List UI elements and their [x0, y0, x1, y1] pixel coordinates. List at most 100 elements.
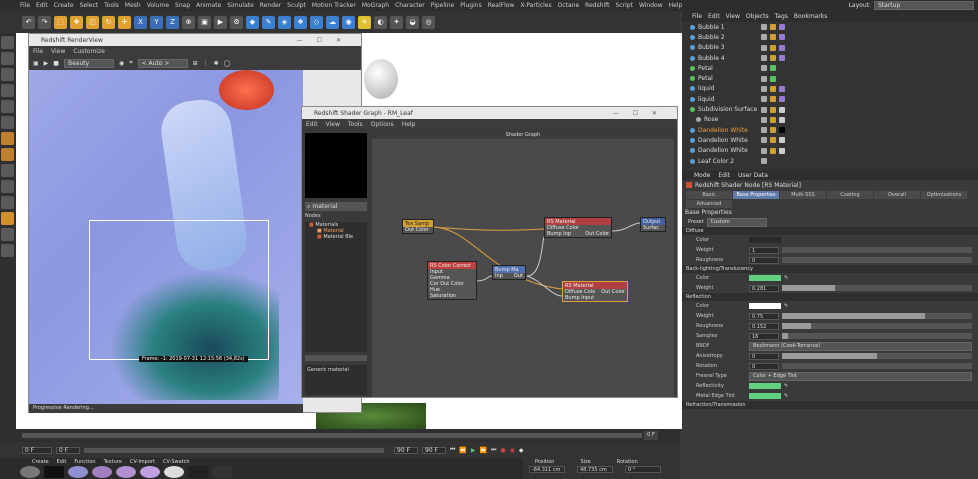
node-output[interactable]: Out Color — [601, 289, 625, 295]
menu-simulate[interactable]: Simulate — [227, 2, 254, 9]
camera-icon[interactable]: ◉ — [342, 15, 355, 29]
menu-redshift[interactable]: Redshift — [585, 2, 609, 9]
aov-dropdown[interactable]: Beauty — [63, 58, 114, 68]
rotation-h-field[interactable]: 0 ° — [625, 466, 661, 473]
material-swatch[interactable] — [44, 466, 64, 478]
check-icon[interactable] — [770, 75, 776, 82]
node-color-correct[interactable]: RS Color Correct Input Gamma Cor Out Col… — [427, 261, 477, 300]
tag-icon[interactable] — [770, 116, 776, 123]
object-row[interactable]: Bubble 4 — [682, 53, 978, 63]
node-port[interactable]: Inp — [495, 273, 503, 279]
material-swatch[interactable] — [20, 466, 40, 478]
eyedropper-icon[interactable]: ✎ — [784, 393, 788, 399]
sg-menu-tools[interactable]: Tools — [348, 121, 363, 128]
visibility-icon[interactable] — [761, 44, 767, 51]
visibility-icon[interactable] — [761, 158, 767, 164]
tag-icon[interactable] — [770, 34, 776, 41]
tab-base-properties[interactable]: Base Properties — [733, 191, 779, 199]
obj-menu-edit[interactable]: Edit — [708, 13, 720, 20]
sculpt-icon[interactable] — [1, 180, 14, 193]
visibility-icon[interactable] — [761, 65, 767, 72]
refraction-section[interactable]: Refraction/Transmission — [682, 401, 978, 409]
circle-icon[interactable]: ◯ — [224, 60, 231, 67]
object-row[interactable]: Bubble 2 — [682, 32, 978, 42]
refl-weight-slider[interactable] — [782, 313, 972, 319]
shader-graph-canvas[interactable]: Shader Graph Tex Samp Out Color RS Mater… — [372, 131, 674, 397]
model-mode-icon[interactable] — [1, 36, 14, 49]
reflection-section[interactable]: Reflection — [682, 293, 978, 301]
tag-icon[interactable] — [770, 147, 776, 154]
move-icon[interactable]: ✥ — [70, 15, 83, 29]
mat-menu-cv-swatch[interactable]: CV-Swatch — [163, 459, 190, 465]
checker-tag-icon[interactable] — [779, 147, 785, 154]
sketch-icon[interactable] — [1, 196, 14, 209]
material-tag-icon[interactable] — [779, 55, 785, 62]
node-output[interactable]: Out — [514, 273, 523, 279]
object-row[interactable]: Dandelion White — [682, 135, 978, 145]
samples-slider[interactable] — [782, 333, 972, 339]
tag-icon[interactable] — [770, 24, 776, 31]
checker-tag-icon[interactable] — [779, 137, 785, 144]
eye-icon[interactable]: ◉ — [119, 60, 124, 67]
node-output[interactable]: Output Surfac — [640, 217, 666, 232]
subdivision-icon[interactable]: ◈ — [278, 15, 291, 29]
visibility-icon[interactable] — [761, 147, 767, 154]
rv-menu-view[interactable]: View — [51, 48, 65, 55]
object-row[interactable]: Dandelion White — [682, 146, 978, 156]
visibility-icon[interactable] — [761, 106, 767, 113]
menu-mograph[interactable]: MoGraph — [362, 2, 389, 9]
snap-icon[interactable] — [1, 132, 14, 145]
size-x-field[interactable]: 48.735 cm — [577, 466, 613, 473]
mat-menu-edit[interactable]: Edit — [57, 459, 67, 465]
cube-icon[interactable]: ◆ — [246, 15, 259, 29]
obj-menu-objects[interactable]: Objects — [746, 13, 769, 20]
render-image[interactable]: Frame: -1: 2019-07-31 12:15:56 (34,82s) — [29, 70, 303, 404]
node-search[interactable]: ⌕ material — [305, 202, 367, 211]
tree-scrollbar[interactable] — [305, 355, 367, 361]
rs-dome-icon[interactable]: ◒ — [406, 15, 419, 29]
redo-icon[interactable]: ↷ — [38, 15, 51, 29]
end-frame-field-2[interactable]: 90 F — [422, 446, 446, 454]
object-row[interactable]: Bubble 3 — [682, 43, 978, 53]
object-row[interactable]: liquid — [682, 94, 978, 104]
current-frame[interactable]: 0 F — [644, 431, 658, 440]
menu-mesh[interactable]: Mesh — [125, 2, 141, 9]
tab-multi-sss[interactable]: Multi-SSS — [780, 191, 826, 199]
sg-menu-edit[interactable]: Edit — [306, 121, 318, 128]
visibility-icon[interactable] — [761, 24, 767, 31]
rotate-icon[interactable]: ↻ — [102, 15, 115, 29]
diffuse-section[interactable]: Diffuse — [682, 227, 978, 235]
menu-file[interactable]: File — [20, 2, 30, 9]
end-frame-field[interactable]: 90 F — [394, 446, 418, 454]
fresnel-dropdown[interactable]: Color + Edge Tint — [749, 371, 972, 381]
material-tag-icon[interactable] — [779, 24, 785, 31]
render-region-box[interactable] — [89, 220, 269, 360]
visibility-icon[interactable] — [761, 96, 767, 103]
crop-icon[interactable]: ⌗ — [129, 59, 132, 67]
material-swatch[interactable] — [164, 466, 184, 478]
points-mode-icon[interactable] — [1, 84, 14, 97]
menu-create[interactable]: Create — [54, 2, 74, 9]
next-key-icon[interactable]: ⏩ — [480, 447, 487, 454]
tab-optimizations[interactable]: Optimizations — [921, 191, 967, 199]
sg-window-controls[interactable]: —☐✕ — [613, 110, 671, 117]
tag-icon[interactable] — [770, 55, 776, 62]
menu-script[interactable]: Script — [616, 2, 633, 9]
render-settings-icon[interactable]: ⚙ — [230, 15, 243, 29]
transform-icon[interactable]: ✛ — [118, 15, 131, 29]
tab-overall[interactable]: Overall — [874, 191, 920, 199]
texture-mode-icon[interactable] — [1, 52, 14, 65]
window-controls[interactable]: —☐✕ — [297, 37, 355, 44]
play-render-icon[interactable]: ▶ — [44, 60, 49, 67]
render-view-icon[interactable]: ▣ — [198, 15, 211, 29]
node-port[interactable]: Surfac — [641, 225, 665, 231]
render-picture-icon[interactable]: ▶ — [214, 15, 227, 29]
layers-icon[interactable] — [1, 244, 14, 257]
y-axis-button[interactable]: Y — [150, 15, 163, 29]
material-swatch[interactable] — [92, 466, 112, 478]
node-port[interactable]: Bump Inp — [547, 231, 571, 237]
visibility-icon[interactable] — [761, 137, 767, 144]
workplane-icon[interactable] — [1, 68, 14, 81]
coordinate-system-icon[interactable]: ⊕ — [182, 15, 195, 29]
object-row[interactable]: Bubble 1 — [682, 22, 978, 32]
